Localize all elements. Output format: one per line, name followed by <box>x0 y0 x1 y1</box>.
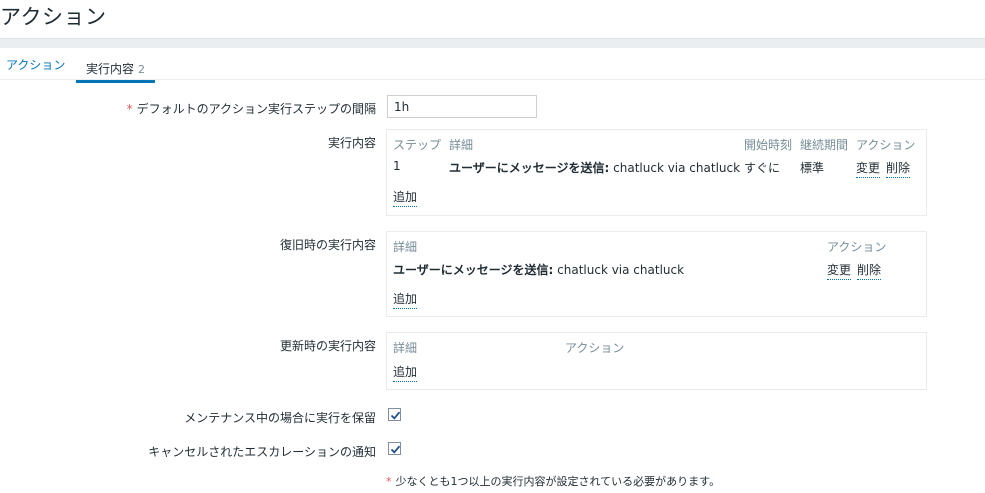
page-title: アクション <box>0 5 107 29</box>
header-duration: 継続期間 <box>800 138 849 152</box>
operations-add-link[interactable]: 追加 <box>393 188 418 207</box>
operations-label: 実行内容 <box>327 136 376 150</box>
tab-action[interactable]: アクション <box>6 56 65 78</box>
operation-details-type: ユーザーにメッセージを送信: <box>449 161 610 175</box>
operation-details-target: chatluck via chatluck <box>609 161 741 175</box>
recovery-table: 詳細 アクション ユーザーにメッセージを送信: chatluck via cha… <box>386 231 927 317</box>
recovery-details: ユーザーにメッセージを送信: chatluck via chatluck <box>393 261 684 278</box>
tab-operations[interactable]: 実行内容 2 <box>76 56 155 83</box>
recovery-header-action: アクション <box>827 240 887 254</box>
recovery-header-details: 詳細 <box>393 240 418 254</box>
header-action: アクション <box>856 138 916 152</box>
operations-table: ステップ 詳細 開始時刻 継続期間 アクション 1 ユーザーにメッセージを送信:… <box>386 129 927 216</box>
notify-cancelled-label: キャンセルされたエスカレーションの通知 <box>148 445 376 459</box>
tab-action-label: アクション <box>6 58 66 72</box>
checkmark-icon <box>390 445 401 454</box>
operation-edit-link[interactable]: 変更 <box>856 159 881 178</box>
tab-operations-label: 実行内容 <box>86 62 135 76</box>
pause-maintenance-checkbox[interactable] <box>388 408 401 421</box>
header-details: 詳細 <box>449 138 474 152</box>
recovery-add-link[interactable]: 追加 <box>393 290 418 309</box>
required-mark: * <box>126 102 133 116</box>
interval-label: デフォルトのアクション実行ステップの間隔 <box>136 102 376 116</box>
pause-maintenance-label: メンテナンス中の場合に実行を保留 <box>184 411 376 425</box>
update-label: 更新時の実行内容 <box>279 339 376 353</box>
recovery-label: 復旧時の実行内容 <box>279 238 376 252</box>
note-text: 少なくとも1つ以上の実行内容が設定されている必要があります。 <box>395 475 721 488</box>
checkmark-icon <box>390 411 401 420</box>
update-header-details: 詳細 <box>393 341 418 355</box>
interval-input[interactable] <box>387 95 537 118</box>
notify-cancelled-checkbox[interactable] <box>388 442 401 455</box>
header-separator <box>0 38 985 48</box>
tab-bar: アクション 実行内容 2 <box>0 52 985 83</box>
recovery-remove-link[interactable]: 削除 <box>857 261 882 280</box>
update-header-action: アクション <box>565 341 625 355</box>
tab-operations-count: 2 <box>138 63 146 76</box>
operation-details: ユーザーにメッセージを送信: chatluck via chatluck <box>449 159 740 176</box>
operation-duration: 標準 <box>800 161 825 175</box>
header-start-in: 開始時刻 <box>744 138 793 152</box>
operation-start-in: すぐに <box>744 161 781 175</box>
required-note: * 少なくとも1つ以上の実行内容が設定されている必要があります。 <box>386 473 720 489</box>
update-table: 詳細 アクション 追加 <box>386 332 927 390</box>
recovery-details-target: chatluck via chatluck <box>553 263 685 277</box>
recovery-details-type: ユーザーにメッセージを送信: <box>393 263 554 277</box>
interval-label-row: * デフォルトのアクション実行ステップの間隔 <box>127 100 376 117</box>
note-required-mark: * <box>386 475 392 488</box>
recovery-edit-link[interactable]: 変更 <box>827 261 852 280</box>
update-add-link[interactable]: 追加 <box>393 363 418 382</box>
header-steps: ステップ <box>393 138 442 152</box>
operation-step: 1 <box>393 159 401 173</box>
operation-remove-link[interactable]: 削除 <box>886 159 911 178</box>
